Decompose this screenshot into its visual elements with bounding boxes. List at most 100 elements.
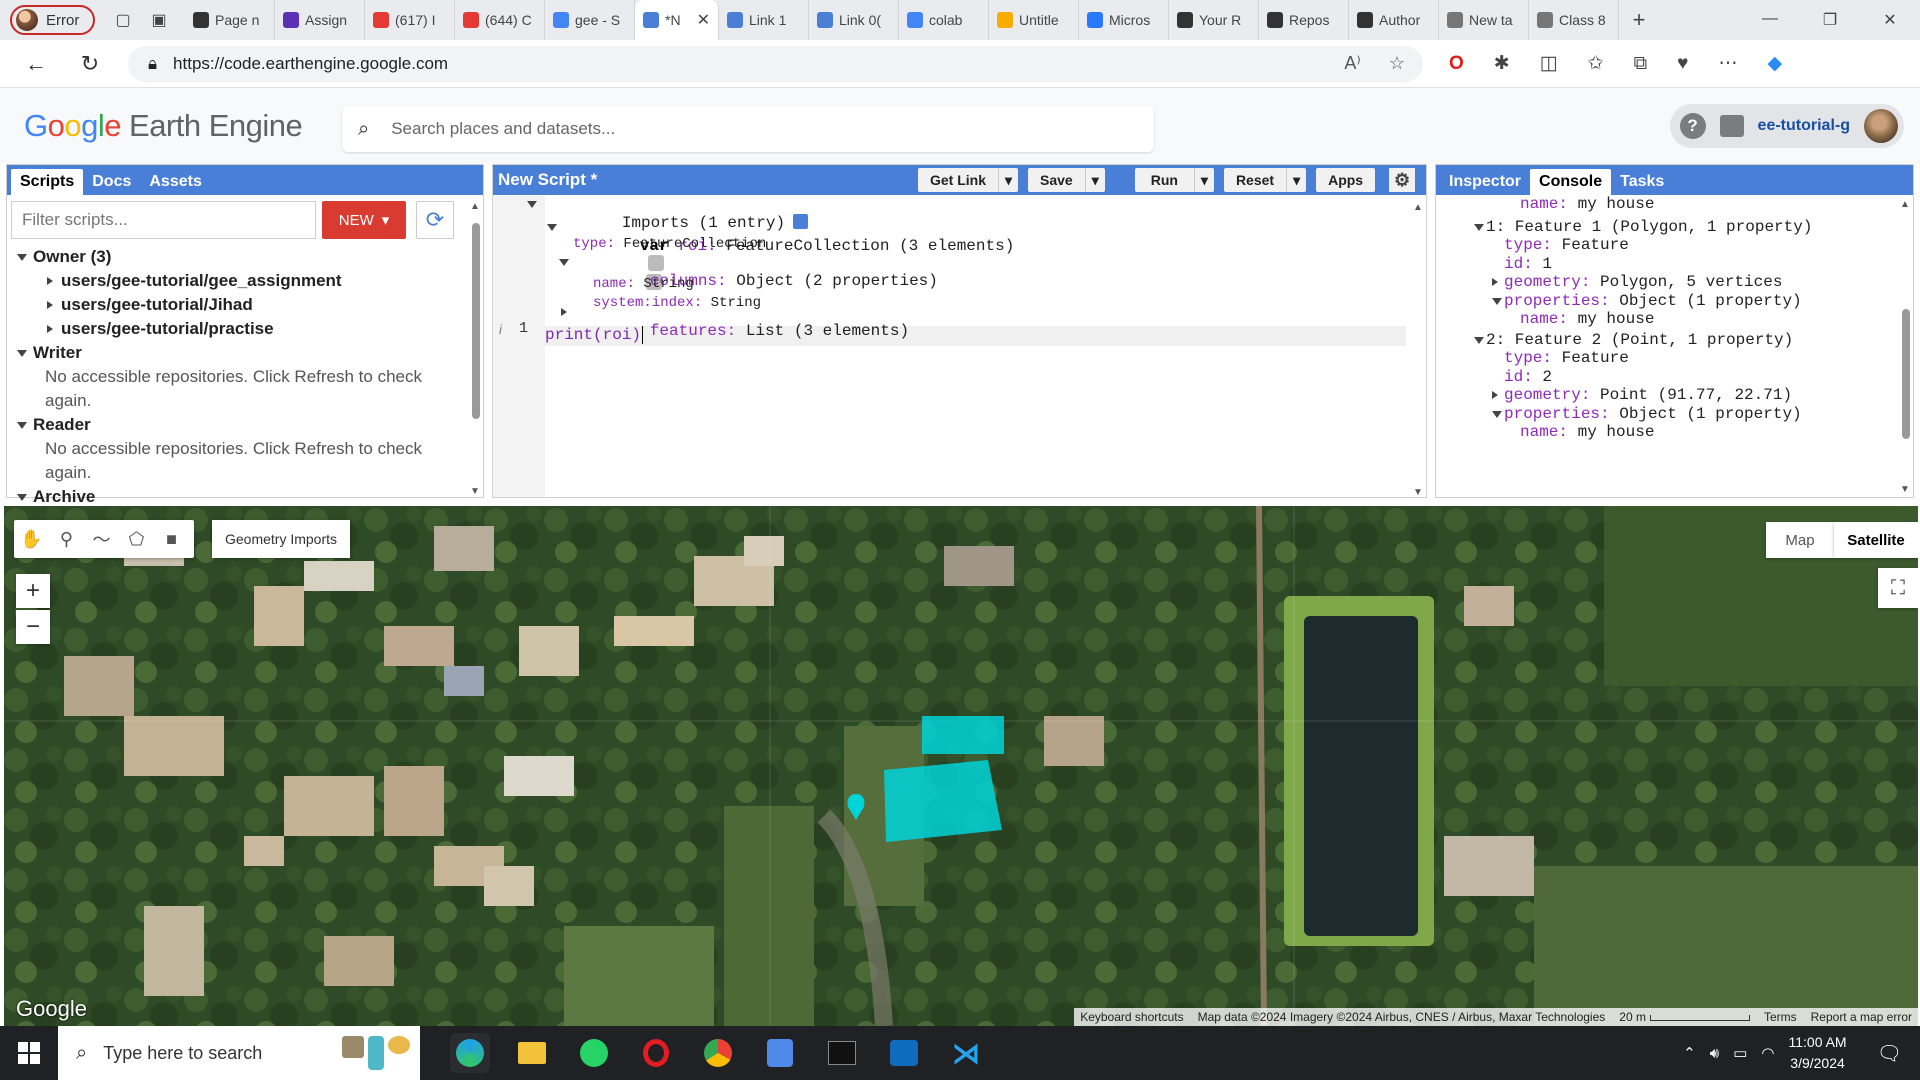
clock[interactable]: 11:00 AM 3/9/2024 [1788, 1032, 1846, 1074]
map-canvas[interactable]: ✋ ⚲ 〜 ⬠ ■ Geometry Imports + − Map Satel… [4, 506, 1918, 1026]
console-line[interactable]: geometry: Point (91.77, 22.71) [1492, 385, 1792, 405]
collapse-arrow-icon[interactable] [1474, 223, 1484, 231]
repo-item[interactable]: users/gee-tutorial/Jihad [17, 293, 483, 317]
whatsapp-icon[interactable] [574, 1033, 614, 1073]
roi-polygon-feature[interactable] [922, 716, 1004, 754]
browser-tab[interactable]: Your R [1169, 0, 1259, 40]
file-explorer-icon[interactable] [512, 1033, 552, 1073]
browser-essentials-icon[interactable]: ♥ [1677, 53, 1688, 75]
opera-icon[interactable]: O [1449, 53, 1464, 75]
back-icon[interactable]: ← [18, 46, 54, 82]
save-button[interactable]: Save ▾ [1028, 168, 1105, 192]
apps-button[interactable]: Apps [1316, 168, 1376, 192]
get-link-button[interactable]: Get Link ▾ [918, 168, 1019, 192]
browser-tab[interactable]: (617) I [365, 0, 455, 40]
hand-pan-icon[interactable]: ✋ [14, 529, 49, 550]
collections-icon[interactable]: ⧉ [1634, 53, 1648, 75]
minimize-icon[interactable]: — [1740, 10, 1800, 30]
browser-tab[interactable]: Author [1349, 0, 1439, 40]
notifications-icon[interactable]: 🗨︎ [1877, 1041, 1902, 1066]
profile-error-button[interactable]: Error [10, 5, 95, 35]
user-avatar[interactable] [1864, 109, 1898, 143]
workspaces-icon[interactable]: ▢ [107, 4, 139, 36]
repo-item[interactable]: users/gee-tutorial/gee_assignment [17, 269, 483, 293]
browser-tab[interactable]: Micros [1079, 0, 1169, 40]
taskbar-search-input[interactable]: ⌕ Type here to search [58, 1026, 420, 1080]
collapse-arrow-icon[interactable] [559, 259, 569, 266]
writer-section[interactable]: Writer [17, 341, 483, 365]
dropdown-caret-icon[interactable]: ▾ [1193, 168, 1214, 192]
run-button[interactable]: Run ▾ [1134, 168, 1214, 192]
dropdown-caret-icon[interactable]: ▾ [1286, 168, 1306, 192]
help-icon[interactable]: ? [1679, 113, 1706, 139]
volume-icon[interactable]: 🔊︎ [1710, 1045, 1719, 1062]
point-marker-icon[interactable]: ⚲ [49, 529, 84, 550]
dropdown-caret-icon[interactable]: ▾ [998, 168, 1018, 192]
filter-scripts-input[interactable]: Filter scripts... [11, 201, 316, 239]
draw-polygon-icon[interactable]: ⬠ [119, 529, 154, 550]
refresh-icon[interactable]: ⟳ [416, 201, 454, 239]
satellite-view-button[interactable]: Satellite [1834, 522, 1918, 558]
new-tab-button[interactable]: + [1619, 7, 1659, 33]
settings-gear-icon[interactable]: ⚙ [1389, 168, 1416, 192]
zoom-in-button[interactable]: + [16, 574, 50, 608]
browser-tab[interactable]: Assign [275, 0, 365, 40]
start-button[interactable] [0, 1042, 58, 1064]
collapse-arrow-icon[interactable] [1492, 297, 1502, 305]
split-screen-icon[interactable]: ◫ [1540, 52, 1558, 75]
browser-tab[interactable]: (644) C [455, 0, 545, 40]
expand-arrow-icon[interactable] [1492, 278, 1498, 286]
reset-button[interactable]: Reset ▾ [1223, 168, 1307, 192]
collapse-arrow-icon[interactable] [527, 201, 537, 208]
browser-tab[interactable]: gee - S [545, 0, 635, 40]
terminal-icon[interactable] [822, 1033, 862, 1073]
keyboard-shortcuts-link[interactable]: Keyboard shortcuts [1080, 1010, 1183, 1024]
console-line[interactable]: geometry: Polygon, 5 vertices [1492, 272, 1782, 292]
url-field[interactable]: 🔒︎ https://code.earthengine.google.com A… [128, 45, 1423, 82]
map-view-button[interactable]: Map [1766, 522, 1834, 558]
edge-app-icon[interactable] [450, 1033, 490, 1073]
editor-scrollbar[interactable]: ▲ ▼ [1412, 202, 1424, 498]
tab-actions-icon[interactable]: ▣ [143, 4, 175, 36]
script-title[interactable]: New Script * [498, 170, 908, 190]
console-line[interactable]: properties: Object (1 property) [1492, 291, 1802, 311]
close-tab-icon[interactable]: ✕ [697, 10, 710, 30]
chrome-icon[interactable] [698, 1033, 738, 1073]
extensions-icon[interactable]: ✱ [1494, 52, 1510, 75]
browser-tab[interactable]: Repos [1259, 0, 1349, 40]
console-line[interactable]: properties: Object (1 property) [1492, 404, 1802, 424]
console-line[interactable]: 2: Feature 2 (Point, 1 property) [1474, 330, 1793, 350]
opera-app-icon[interactable] [636, 1033, 676, 1073]
tab-tasks[interactable]: Tasks [1611, 169, 1673, 195]
browser-tab[interactable]: New ta [1439, 0, 1529, 40]
geometry-imports-button[interactable]: Geometry Imports [212, 520, 350, 558]
battery-icon[interactable]: ▭ [1733, 1044, 1747, 1062]
code-area[interactable]: Imports (1 entry) var roi: FeatureCollec… [527, 196, 1406, 497]
code-line-1[interactable]: print(roi) [545, 326, 644, 344]
wifi-icon[interactable]: ◠ [1761, 1044, 1774, 1062]
favorite-star-icon[interactable]: ☆ [1389, 53, 1405, 74]
outlook-icon[interactable] [884, 1033, 924, 1073]
repo-item[interactable]: users/gee-tutorial/practise [17, 317, 483, 341]
browser-tab[interactable]: Page n [185, 0, 275, 40]
close-window-icon[interactable]: ✕ [1860, 10, 1920, 30]
feedback-icon[interactable] [1719, 115, 1744, 137]
tab-assets[interactable]: Assets [140, 169, 210, 195]
favorites-icon[interactable]: ✩ [1588, 52, 1604, 75]
fullscreen-icon[interactable]: ⛶ [1878, 568, 1918, 608]
read-aloud-icon[interactable]: A⁾ [1344, 53, 1360, 74]
browser-tab[interactable]: Class 8 [1529, 0, 1619, 40]
tab-docs[interactable]: Docs [83, 169, 140, 195]
console-line[interactable]: 1: Feature 1 (Polygon, 1 property) [1474, 217, 1812, 237]
reload-icon[interactable]: ↻ [72, 46, 108, 82]
collapse-arrow-icon[interactable] [547, 224, 557, 231]
dropdown-caret-icon[interactable]: ▾ [1084, 168, 1105, 192]
vscode-icon[interactable]: ⋊ [946, 1033, 986, 1073]
copilot-icon[interactable]: ◆ [1767, 52, 1782, 75]
expand-arrow-icon[interactable] [1492, 391, 1498, 399]
code-editor[interactable]: i 1 Imports (1 entry) var roi: FeatureCo… [493, 196, 1426, 498]
restore-icon[interactable]: ❐ [1800, 10, 1860, 30]
new-button[interactable]: NEW ▾ [322, 201, 406, 239]
collapse-arrow-icon[interactable] [1492, 410, 1502, 418]
draw-rectangle-icon[interactable]: ■ [154, 529, 189, 550]
